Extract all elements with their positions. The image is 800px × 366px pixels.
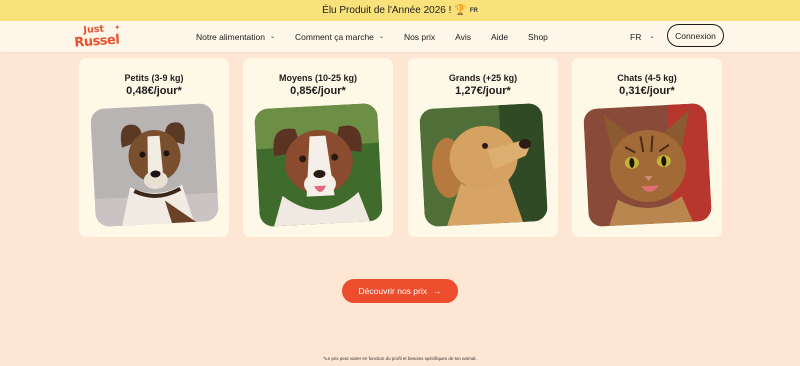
nav-item-avis[interactable]: Avis: [455, 32, 471, 42]
nav-item-notre-alimentation[interactable]: Notre alimentation ⌄: [196, 32, 275, 42]
top-navigation: Just Russel ✦ Notre alimentation ⌄ Comme…: [0, 21, 800, 52]
chevron-down-icon: ⌄: [649, 34, 655, 40]
nav-item-label: Notre alimentation: [196, 31, 265, 42]
pricing-card-cats[interactable]: Chats (4-5 kg) 0,31€/jour*: [572, 58, 722, 237]
logo-spark-icon: ✦: [114, 23, 121, 32]
chevron-down-icon: ⌄: [378, 34, 384, 40]
promo-text: Élu Produit de l'Année 2026 !: [322, 5, 452, 16]
language-selector[interactable]: FR ⌄: [630, 21, 654, 52]
card-title: Moyens (10-25 kg): [278, 73, 358, 83]
just-russel-logo[interactable]: Just Russel ✦: [73, 23, 123, 50]
card-price: 0,85€/jour*: [290, 85, 346, 97]
nav-item-label: Nos prix: [403, 31, 436, 42]
nav-item-aide[interactable]: Aide: [491, 32, 508, 42]
card-price: 0,48€/jour*: [126, 85, 182, 97]
nav-item-label: Shop: [528, 31, 548, 42]
nav-item-label: Comment ça marche: [295, 31, 374, 42]
pricing-card-large-dogs[interactable]: Grands (+25 kg) 1,27€/jour*: [408, 58, 558, 237]
nav-item-label: Aide: [491, 31, 509, 42]
language-label: FR: [630, 31, 642, 42]
price-footnote: *Le prix peut varier en fonction du prof…: [323, 356, 477, 361]
card-title: Petits (3-9 kg): [124, 73, 184, 83]
logo-text-bottom: Russel: [73, 32, 120, 51]
card-title: Grands (+25 kg): [448, 73, 518, 83]
login-button[interactable]: Connexion: [667, 24, 724, 47]
nav-item-shop[interactable]: Shop: [528, 32, 548, 42]
discover-prices-button[interactable]: Découvrir nos prix →: [342, 279, 458, 303]
pricing-card-medium-dogs[interactable]: Moyens (10-25 kg) 0,85€/jour*: [243, 58, 393, 237]
card-title: Chats (4-5 kg): [617, 73, 677, 83]
pricing-card-small-dogs[interactable]: Petits (3-9 kg) 0,48€/jour*: [79, 58, 229, 237]
cta-label: Découvrir nos prix: [358, 286, 428, 296]
trophy-icon: 🏆: [454, 5, 467, 16]
promo-lang-badge: FR: [469, 7, 478, 14]
card-price: 1,27€/jour*: [455, 85, 511, 97]
promo-banner: Élu Produit de l'Année 2026 ! 🏆 FR: [0, 0, 800, 21]
arrow-right-icon: →: [433, 286, 442, 296]
chevron-down-icon: ⌄: [269, 34, 276, 40]
main-menu: Notre alimentation ⌄ Comment ça marche ⌄…: [196, 21, 568, 52]
small-dog-image: [89, 102, 220, 228]
nav-item-nos-prix[interactable]: Nos prix: [404, 32, 435, 42]
medium-dog-image: [253, 102, 384, 228]
large-dog-image: [418, 102, 549, 228]
nav-item-label: Avis: [455, 31, 472, 42]
nav-item-comment-ca-marche[interactable]: Comment ça marche ⌄: [295, 32, 384, 42]
cat-image: [582, 102, 713, 228]
card-price: 0,31€/jour*: [619, 85, 675, 97]
